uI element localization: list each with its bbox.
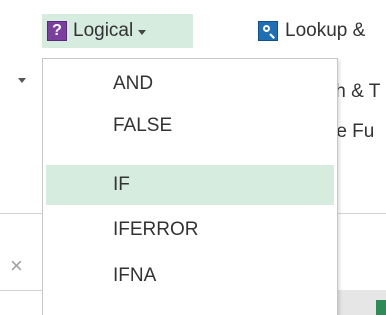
menu-item-label: IFNA (113, 265, 157, 286)
logical-functions-button[interactable]: ? Logical (42, 14, 193, 48)
lookup-reference-icon (258, 21, 278, 41)
menu-item-label: FALSE (113, 115, 173, 136)
logical-function-icon: ? (47, 21, 67, 41)
logical-functions-dropdown: AND FALSE IF IFERROR IFNA (42, 58, 338, 315)
chevron-down-icon (138, 29, 147, 35)
menu-item-if[interactable]: IF (46, 165, 334, 205)
lookup-reference-button[interactable]: Lookup & (258, 14, 365, 48)
menu-item-iferror[interactable]: IFERROR (46, 210, 334, 250)
excel-formulas-ribbon: ? Logical Lookup & th & T re Fu × AND FA… (0, 0, 386, 315)
lookup-button-label: Lookup & (285, 20, 366, 41)
menu-item-label: IFERROR (113, 219, 199, 240)
logical-button-label: Logical (73, 20, 134, 41)
menu-item-and[interactable]: AND (46, 64, 334, 104)
menu-item-label: IF (113, 174, 130, 195)
logical-icon-glyph: ? (52, 22, 62, 39)
menu-item-ifna[interactable]: IFNA (46, 256, 334, 296)
caret-down-icon[interactable] (18, 78, 26, 83)
cancel-entry-icon[interactable]: × (10, 255, 23, 277)
selected-cell-indicator (376, 300, 386, 315)
menu-item-false[interactable]: FALSE (46, 106, 334, 146)
menu-item-label: AND (113, 73, 154, 94)
